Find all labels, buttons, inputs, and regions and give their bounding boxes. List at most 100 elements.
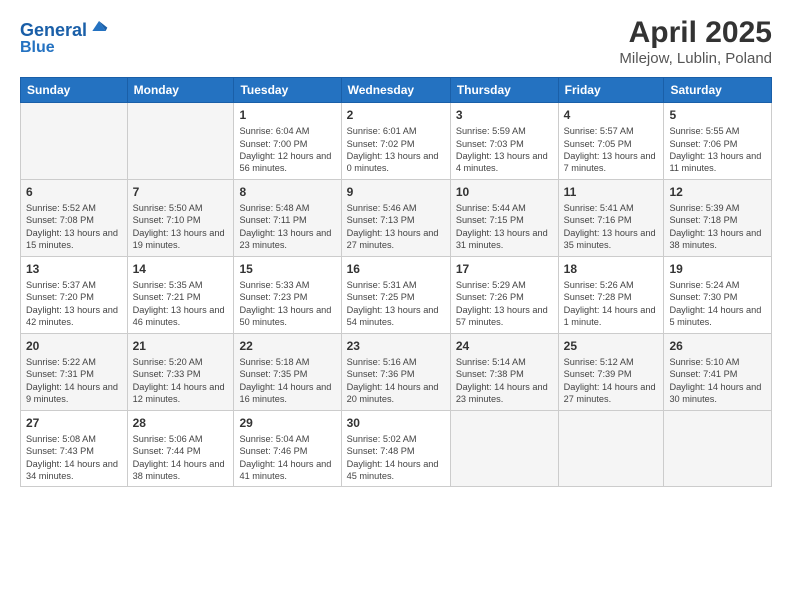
day-number: 7 [133, 184, 229, 200]
day-info: Sunrise: 6:01 AM Sunset: 7:02 PM Dayligh… [347, 125, 445, 175]
table-row [664, 410, 772, 487]
day-info: Sunrise: 5:16 AM Sunset: 7:36 PM Dayligh… [347, 356, 445, 406]
day-info: Sunrise: 5:31 AM Sunset: 7:25 PM Dayligh… [347, 279, 445, 329]
logo-general: General [20, 20, 87, 40]
table-row: 30Sunrise: 5:02 AM Sunset: 7:48 PM Dayli… [341, 410, 450, 487]
day-info: Sunrise: 5:39 AM Sunset: 7:18 PM Dayligh… [669, 202, 766, 252]
day-number: 3 [456, 107, 553, 123]
day-info: Sunrise: 5:33 AM Sunset: 7:23 PM Dayligh… [239, 279, 335, 329]
calendar-week-row: 1Sunrise: 6:04 AM Sunset: 7:00 PM Daylig… [21, 103, 772, 180]
col-saturday: Saturday [664, 78, 772, 103]
table-row: 25 Sunrise: 5:12 AM Sunset: 7:39 PM Dayli… [558, 333, 664, 410]
calendar-body: 1Sunrise: 6:04 AM Sunset: 7:00 PM Daylig… [21, 103, 772, 487]
day-info: Sunrise: 5:55 AM Sunset: 7:06 PM Dayligh… [669, 125, 766, 175]
table-row: 27 Sunrise: 5:08 AM Sunset: 7:43 PM Dayli… [21, 410, 128, 487]
table-row [127, 103, 234, 180]
day-number: 17 [456, 261, 553, 277]
day-number: 20 [26, 338, 122, 354]
table-row: 19Sunrise: 5:24 AM Sunset: 7:30 PM Dayli… [664, 256, 772, 333]
table-row: 9Sunrise: 5:46 AM Sunset: 7:13 PM Daylig… [341, 179, 450, 256]
table-row: 28 Sunrise: 5:06 AM Sunset: 7:44 PM Dayli… [127, 410, 234, 487]
day-info: Sunrise: 5:59 AM Sunset: 7:03 PM Dayligh… [456, 125, 553, 175]
day-number: 22 [239, 338, 335, 354]
day-number: 26 [669, 338, 766, 354]
table-row [450, 410, 558, 487]
day-number: 19 [669, 261, 766, 277]
table-row: 18 Sunrise: 5:26 AM Sunset: 7:28 PM Dayli… [558, 256, 664, 333]
page-subtitle: Milejow, Lublin, Poland [619, 50, 772, 67]
table-row: 16 Sunrise: 5:31 AM Sunset: 7:25 PM Dayli… [341, 256, 450, 333]
day-info: Sunrise: 5:29 AM Sunset: 7:26 PM Dayligh… [456, 279, 553, 329]
day-info: Sunrise: 5:04 AM Sunset: 7:46 PM Dayligh… [239, 433, 335, 483]
table-row: 15 Sunrise: 5:33 AM Sunset: 7:23 PM Dayli… [234, 256, 341, 333]
day-number: 9 [347, 184, 445, 200]
table-row [558, 410, 664, 487]
calendar-header-row: Sunday Monday Tuesday Wednesday Thursday… [21, 78, 772, 103]
col-friday: Friday [558, 78, 664, 103]
table-row: 4 Sunrise: 5:57 AM Sunset: 7:05 PM Daylig… [558, 103, 664, 180]
day-number: 10 [456, 184, 553, 200]
day-number: 28 [133, 415, 229, 431]
table-row [21, 103, 128, 180]
day-info: Sunrise: 5:10 AM Sunset: 7:41 PM Dayligh… [669, 356, 766, 406]
col-sunday: Sunday [21, 78, 128, 103]
day-number: 12 [669, 184, 766, 200]
calendar-week-row: 6 Sunrise: 5:52 AM Sunset: 7:08 PM Daylig… [21, 179, 772, 256]
logo-text: General [20, 16, 109, 41]
day-number: 25 [564, 338, 659, 354]
day-info: Sunrise: 5:52 AM Sunset: 7:08 PM Dayligh… [26, 202, 122, 252]
day-number: 4 [564, 107, 659, 123]
table-row: 5 Sunrise: 5:55 AM Sunset: 7:06 PM Daylig… [664, 103, 772, 180]
day-info: Sunrise: 5:12 AM Sunset: 7:39 PM Dayligh… [564, 356, 659, 406]
table-row: 26 Sunrise: 5:10 AM Sunset: 7:41 PM Dayli… [664, 333, 772, 410]
day-number: 8 [239, 184, 335, 200]
table-row: 8 Sunrise: 5:48 AM Sunset: 7:11 PM Daylig… [234, 179, 341, 256]
day-number: 18 [564, 261, 659, 277]
day-number: 29 [239, 415, 335, 431]
table-row: 17 Sunrise: 5:29 AM Sunset: 7:26 PM Dayli… [450, 256, 558, 333]
day-info: Sunrise: 5:02 AM Sunset: 7:48 PM Dayligh… [347, 433, 445, 483]
table-row: 10 Sunrise: 5:44 AM Sunset: 7:15 PM Dayli… [450, 179, 558, 256]
day-number: 15 [239, 261, 335, 277]
table-row: 6 Sunrise: 5:52 AM Sunset: 7:08 PM Daylig… [21, 179, 128, 256]
day-info: Sunrise: 5:06 AM Sunset: 7:44 PM Dayligh… [133, 433, 229, 483]
day-info: Sunrise: 5:26 AM Sunset: 7:28 PM Dayligh… [564, 279, 659, 329]
day-info: Sunrise: 5:35 AM Sunset: 7:21 PM Dayligh… [133, 279, 229, 329]
col-monday: Monday [127, 78, 234, 103]
day-info: Sunrise: 5:41 AM Sunset: 7:16 PM Dayligh… [564, 202, 659, 252]
calendar-week-row: 20 Sunrise: 5:22 AM Sunset: 7:31 PM Dayli… [21, 333, 772, 410]
table-row: 7Sunrise: 5:50 AM Sunset: 7:10 PM Daylig… [127, 179, 234, 256]
table-row: 24 Sunrise: 5:14 AM Sunset: 7:38 PM Dayli… [450, 333, 558, 410]
logo: General Blue [20, 16, 109, 56]
day-number: 16 [347, 261, 445, 277]
page: General Blue April 2025 Milejow, Lublin,… [0, 0, 792, 612]
table-row: 29 Sunrise: 5:04 AM Sunset: 7:46 PM Dayli… [234, 410, 341, 487]
day-number: 27 [26, 415, 122, 431]
day-info: Sunrise: 5:20 AM Sunset: 7:33 PM Dayligh… [133, 356, 229, 406]
table-row: 13Sunrise: 5:37 AM Sunset: 7:20 PM Dayli… [21, 256, 128, 333]
day-number: 13 [26, 261, 122, 277]
day-info: Sunrise: 5:18 AM Sunset: 7:35 PM Dayligh… [239, 356, 335, 406]
col-tuesday: Tuesday [234, 78, 341, 103]
day-number: 23 [347, 338, 445, 354]
day-info: Sunrise: 5:44 AM Sunset: 7:15 PM Dayligh… [456, 202, 553, 252]
header: General Blue April 2025 Milejow, Lublin,… [20, 16, 772, 67]
day-info: Sunrise: 5:22 AM Sunset: 7:31 PM Dayligh… [26, 356, 122, 406]
day-info: Sunrise: 5:14 AM Sunset: 7:38 PM Dayligh… [456, 356, 553, 406]
table-row: 12 Sunrise: 5:39 AM Sunset: 7:18 PM Dayli… [664, 179, 772, 256]
calendar-week-row: 13Sunrise: 5:37 AM Sunset: 7:20 PM Dayli… [21, 256, 772, 333]
table-row: 1Sunrise: 6:04 AM Sunset: 7:00 PM Daylig… [234, 103, 341, 180]
table-row: 11 Sunrise: 5:41 AM Sunset: 7:16 PM Dayli… [558, 179, 664, 256]
day-info: Sunrise: 5:08 AM Sunset: 7:43 PM Dayligh… [26, 433, 122, 483]
col-wednesday: Wednesday [341, 78, 450, 103]
title-block: April 2025 Milejow, Lublin, Poland [619, 16, 772, 67]
day-info: Sunrise: 5:57 AM Sunset: 7:05 PM Dayligh… [564, 125, 659, 175]
logo-blue: Blue [20, 39, 109, 57]
day-info: Sunrise: 5:48 AM Sunset: 7:11 PM Dayligh… [239, 202, 335, 252]
logo-icon [89, 16, 109, 36]
day-number: 11 [564, 184, 659, 200]
day-number: 5 [669, 107, 766, 123]
table-row: 23 Sunrise: 5:16 AM Sunset: 7:36 PM Dayli… [341, 333, 450, 410]
day-number: 6 [26, 184, 122, 200]
day-number: 24 [456, 338, 553, 354]
